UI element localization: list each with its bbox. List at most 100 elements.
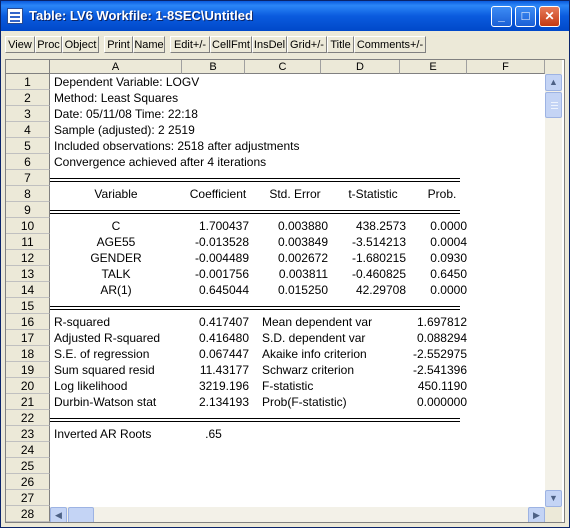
row-header-6[interactable]: 6 (6, 154, 50, 170)
horizontal-scroll-thumb[interactable] (68, 507, 94, 522)
row-header-5[interactable]: 5 (6, 138, 50, 154)
maximize-button[interactable]: □ (515, 6, 536, 27)
inverted-ar-roots-label[interactable]: Inverted AR Roots (54, 426, 151, 442)
stat-label2-19[interactable]: Schwarz criterion (262, 362, 354, 378)
corner-cell[interactable] (6, 60, 50, 74)
stat-label-18[interactable]: S.E. of regression (54, 346, 149, 362)
coef-std-error-12[interactable]: 0.002672 (248, 250, 328, 266)
coef-t-statistic-14[interactable]: 42.29708 (326, 282, 406, 298)
row-header-11[interactable]: 11 (6, 234, 50, 250)
stat-label2-16[interactable]: Mean dependent var (262, 314, 372, 330)
header-variable[interactable]: Variable (50, 186, 182, 202)
coef-variable-13[interactable]: TALK (50, 266, 182, 282)
header-std-error[interactable]: Std. Error (254, 186, 336, 202)
stat-value2-19[interactable]: -2.541396 (387, 362, 467, 378)
title-bar[interactable]: Table: LV6 Workfile: 1-8SEC\Untitled _ □… (1, 1, 569, 31)
row-header-13[interactable]: 13 (6, 266, 50, 282)
cell-a2[interactable]: Method: Least Squares (54, 90, 178, 106)
coef-t-statistic-11[interactable]: -3.514213 (326, 234, 406, 250)
coef-variable-12[interactable]: GENDER (50, 250, 182, 266)
horizontal-scrollbar[interactable]: ◀ ▶ (50, 507, 545, 522)
coef-t-statistic-12[interactable]: -1.680215 (326, 250, 406, 266)
cell-a1[interactable]: Dependent Variable: LOGV (54, 74, 199, 90)
row-header-16[interactable]: 16 (6, 314, 50, 330)
grid-button[interactable]: Grid+/- (287, 36, 327, 53)
stat-label2-17[interactable]: S.D. dependent var (262, 330, 365, 346)
column-header-c[interactable]: C (245, 60, 321, 74)
stat-label-17[interactable]: Adjusted R-squared (54, 330, 160, 346)
coef-variable-10[interactable]: C (50, 218, 182, 234)
close-button[interactable]: ✕ (539, 6, 560, 27)
scroll-down-arrow-icon[interactable]: ▼ (545, 490, 562, 507)
row-header-20[interactable]: 20 (6, 378, 50, 394)
coef-std-error-11[interactable]: 0.003849 (248, 234, 328, 250)
cell-a3[interactable]: Date: 05/11/08 Time: 22:18 (54, 106, 198, 122)
row-header-3[interactable]: 3 (6, 106, 50, 122)
minimize-button[interactable]: _ (491, 6, 512, 27)
row-header-10[interactable]: 10 (6, 218, 50, 234)
coef-coefficient-13[interactable]: -0.001756 (169, 266, 249, 282)
column-header-b[interactable]: B (182, 60, 245, 74)
stat-value2-21[interactable]: 0.000000 (387, 394, 467, 410)
coef-t-statistic-10[interactable]: 438.2573 (326, 218, 406, 234)
stat-value2-17[interactable]: 0.088294 (387, 330, 467, 346)
vertical-scroll-thumb[interactable] (545, 92, 562, 118)
row-header-18[interactable]: 18 (6, 346, 50, 362)
stat-value-16[interactable]: 0.417407 (169, 314, 249, 330)
stat-label-21[interactable]: Durbin-Watson stat (54, 394, 156, 410)
column-header-d[interactable]: D (321, 60, 400, 74)
stat-value-20[interactable]: 3219.196 (169, 378, 249, 394)
stat-label-20[interactable]: Log likelihood (54, 378, 127, 394)
row-header-2[interactable]: 2 (6, 90, 50, 106)
insdel-button[interactable]: InsDel (252, 36, 287, 53)
row-header-7[interactable]: 7 (6, 170, 50, 186)
proc-button[interactable]: Proc (35, 36, 62, 53)
header-coefficient[interactable]: Coefficient (182, 186, 254, 202)
stat-label2-21[interactable]: Prob(F-statistic) (262, 394, 347, 410)
coef-prob-11[interactable]: 0.0004 (407, 234, 467, 250)
coef-prob-12[interactable]: 0.0930 (407, 250, 467, 266)
vertical-scrollbar[interactable]: ▲ ▼ (545, 74, 562, 507)
scroll-right-arrow-icon[interactable]: ▶ (528, 507, 545, 522)
row-header-25[interactable]: 25 (6, 458, 50, 474)
row-header-17[interactable]: 17 (6, 330, 50, 346)
coef-variable-14[interactable]: AR(1) (50, 282, 182, 298)
coef-std-error-13[interactable]: 0.003811 (248, 266, 328, 282)
stat-label2-20[interactable]: F-statistic (262, 378, 313, 394)
column-header-a[interactable]: A (50, 60, 182, 74)
row-header-19[interactable]: 19 (6, 362, 50, 378)
cell-a5[interactable]: Included observations: 2518 after adjust… (54, 138, 299, 154)
stat-value2-18[interactable]: -2.552975 (387, 346, 467, 362)
coef-std-error-10[interactable]: 0.003880 (248, 218, 328, 234)
scroll-up-arrow-icon[interactable]: ▲ (545, 74, 562, 91)
row-header-12[interactable]: 12 (6, 250, 50, 266)
row-header-22[interactable]: 22 (6, 410, 50, 426)
coef-coefficient-10[interactable]: 1.700437 (169, 218, 249, 234)
header-prob[interactable]: Prob. (406, 186, 478, 202)
comments-button[interactable]: Comments+/- (354, 36, 426, 53)
stat-value-21[interactable]: 2.134193 (169, 394, 249, 410)
row-header-8[interactable]: 8 (6, 186, 50, 202)
spreadsheet[interactable]: A B C D E F 1 Dependent Variable: LOGV 2 Me… (5, 59, 565, 523)
row-header-27[interactable]: 27 (6, 490, 50, 506)
coef-prob-10[interactable]: 0.0000 (407, 218, 467, 234)
coef-coefficient-11[interactable]: -0.013528 (169, 234, 249, 250)
stat-value-18[interactable]: 0.067447 (169, 346, 249, 362)
row-header-14[interactable]: 14 (6, 282, 50, 298)
row-header-4[interactable]: 4 (6, 122, 50, 138)
row-header-28[interactable]: 28 (6, 506, 50, 522)
cell-a4[interactable]: Sample (adjusted): 2 2519 (54, 122, 195, 138)
coef-coefficient-12[interactable]: -0.004489 (169, 250, 249, 266)
stat-value2-16[interactable]: 1.697812 (387, 314, 467, 330)
row-header-26[interactable]: 26 (6, 474, 50, 490)
coef-prob-13[interactable]: 0.6450 (407, 266, 467, 282)
row-header-23[interactable]: 23 (6, 426, 50, 442)
row-header-24[interactable]: 24 (6, 442, 50, 458)
column-header-e[interactable]: E (400, 60, 467, 74)
stat-label2-18[interactable]: Akaike info criterion (262, 346, 367, 362)
stat-value-17[interactable]: 0.416480 (169, 330, 249, 346)
column-header-f[interactable]: F (467, 60, 545, 74)
stat-label-19[interactable]: Sum squared resid (54, 362, 155, 378)
stat-value2-20[interactable]: 450.1190 (387, 378, 467, 394)
coef-std-error-14[interactable]: 0.015250 (248, 282, 328, 298)
